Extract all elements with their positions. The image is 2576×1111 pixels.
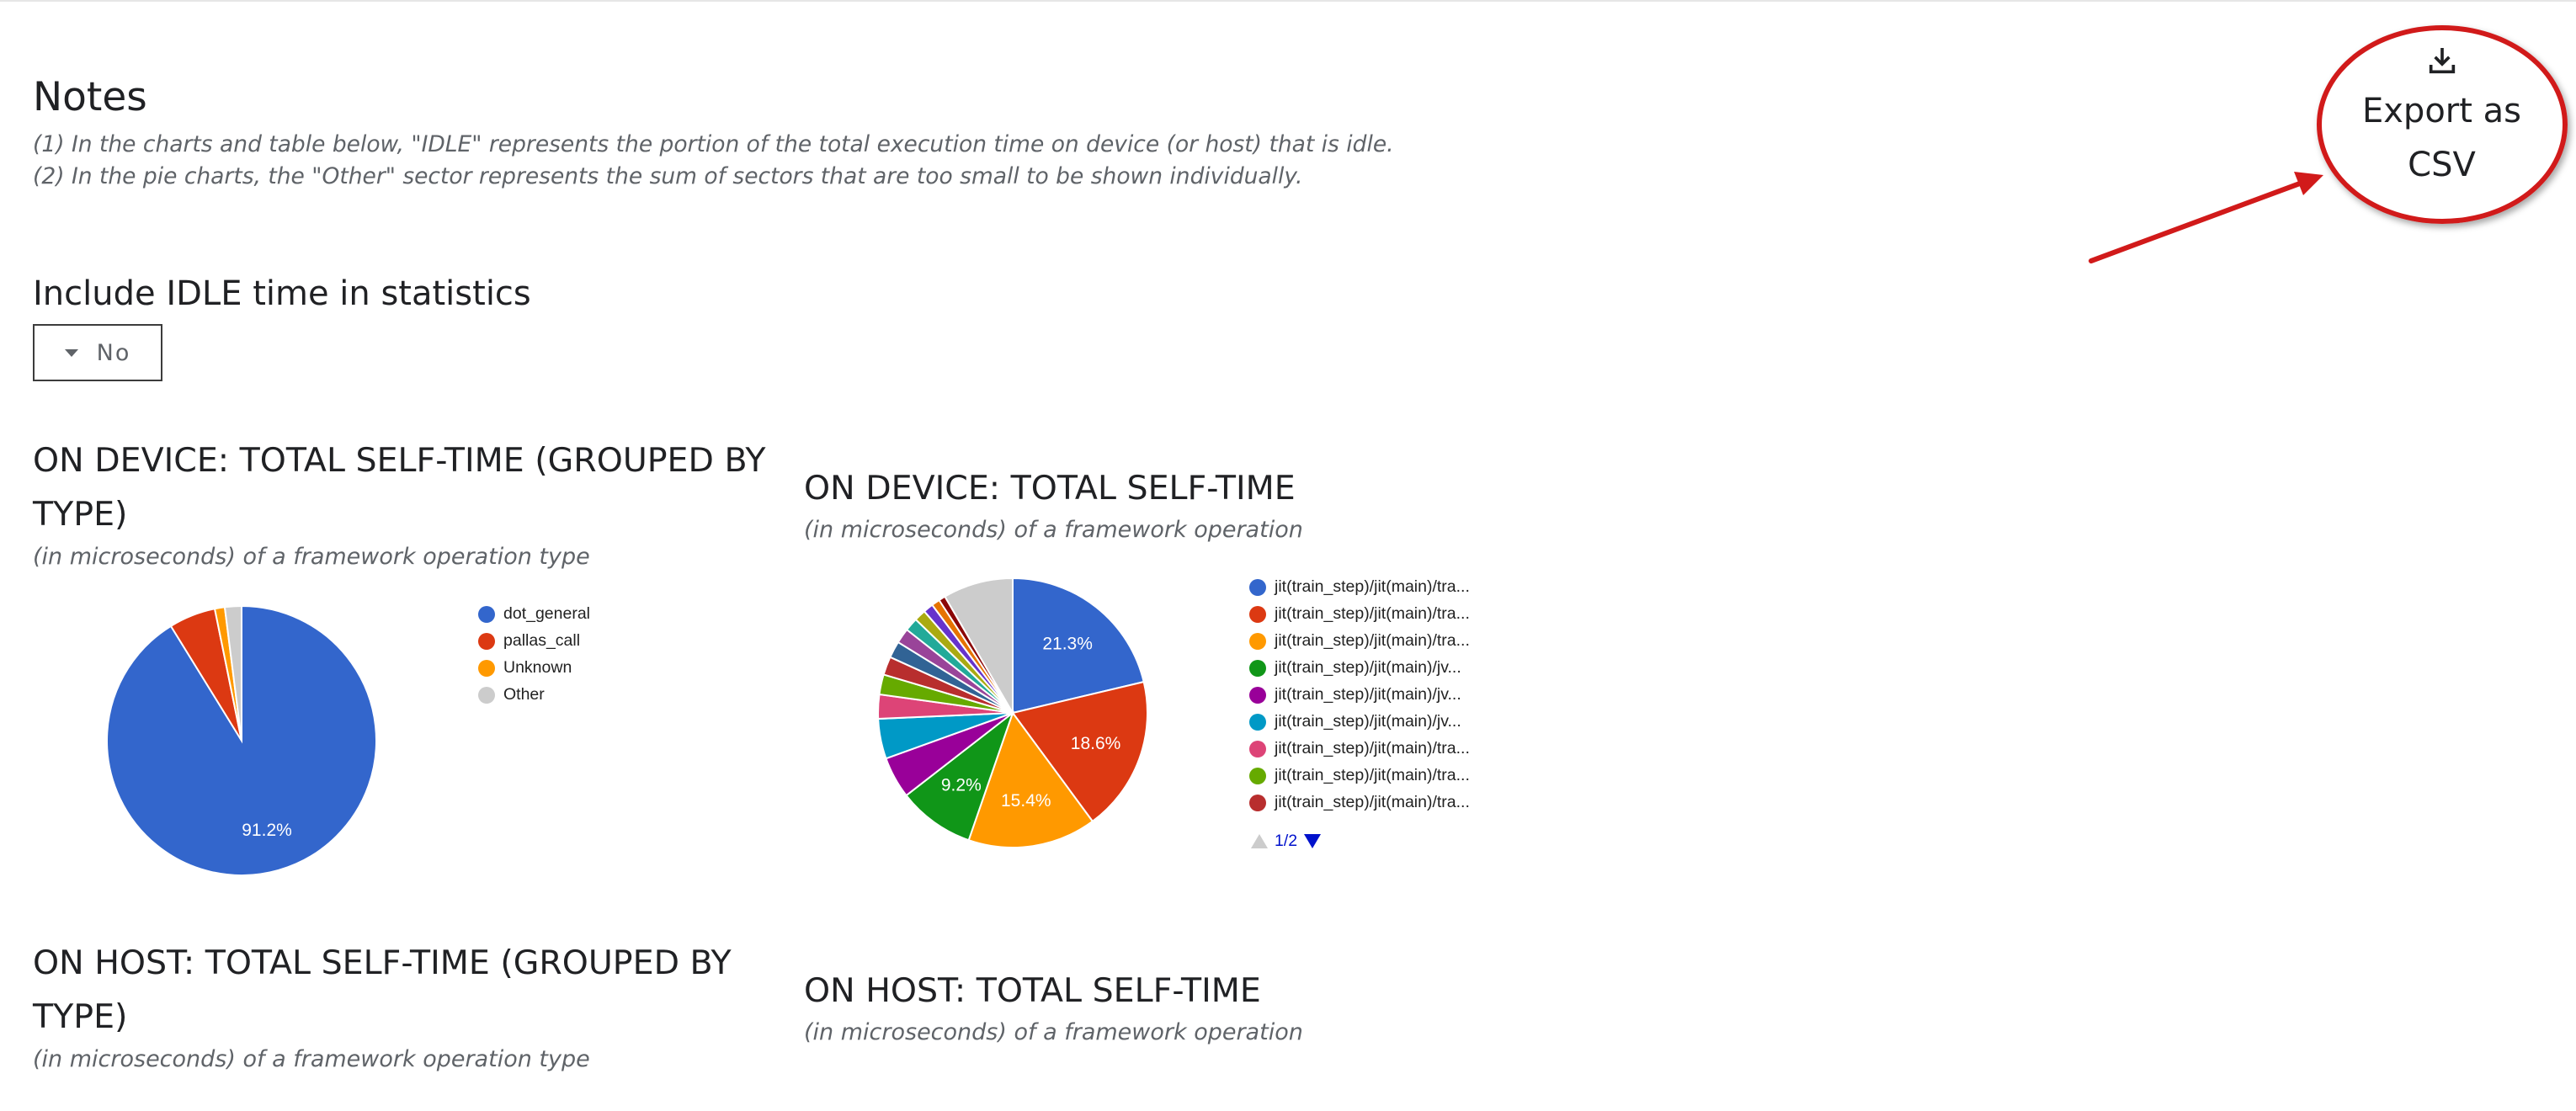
annotation-arrow — [2089, 172, 2323, 263]
pie2-slice-label-3: 9.2% — [941, 775, 982, 795]
legend-pager: 1/2 — [1251, 832, 1322, 851]
legend-swatch-icon — [1249, 632, 1266, 650]
pie2-slice-label-1: 18.6% — [1071, 734, 1121, 753]
legend-label: jit(train_step)/jit(main)/tra... — [1275, 604, 1470, 623]
legend-label: jit(train_step)/jit(main)/jv... — [1275, 658, 1461, 677]
legend2-item-1[interactable]: jit(train_step)/jit(main)/tra... — [1249, 604, 1470, 624]
host-type-title: ON HOST: TOTAL SELF-TIME (GROUPED BY TYP… — [33, 944, 732, 1036]
legend-swatch-icon — [1249, 740, 1266, 758]
legend2-item-0[interactable]: jit(train_step)/jit(main)/tra... — [1249, 577, 1470, 597]
legend-swatch-icon — [1249, 578, 1266, 596]
host-op-subtitle: (in microseconds) of a framework operati… — [804, 1019, 1303, 1045]
legend-swatch-icon — [1249, 713, 1266, 731]
legend2-item-8[interactable]: jit(train_step)/jit(main)/tra... — [1249, 793, 1470, 812]
legend-swatch-icon — [1249, 605, 1266, 623]
legend-label: jit(train_step)/jit(main)/tra... — [1275, 766, 1470, 784]
legend-label: jit(train_step)/jit(main)/tra... — [1275, 793, 1470, 811]
legend-swatch-icon — [1249, 767, 1266, 784]
legend-page-indicator: 1/2 — [1275, 832, 1298, 850]
legend-label: jit(train_step)/jit(main)/tra... — [1275, 577, 1470, 596]
legend-label: jit(train_step)/jit(main)/tra... — [1275, 631, 1470, 650]
legend-prev-button[interactable] — [1251, 834, 1268, 848]
legend-label: jit(train_step)/jit(main)/jv... — [1275, 685, 1461, 704]
export-csv-button[interactable]: Export as CSV — [2330, 44, 2553, 209]
legend-swatch-icon — [1249, 686, 1266, 704]
legend2-item-2[interactable]: jit(train_step)/jit(main)/tra... — [1249, 631, 1470, 651]
legend2-item-6[interactable]: jit(train_step)/jit(main)/tra... — [1249, 739, 1470, 758]
legend2-item-7[interactable]: jit(train_step)/jit(main)/tra... — [1249, 766, 1470, 785]
export-csv-label: Export as CSV — [2361, 92, 2521, 184]
legend2-item-5[interactable]: jit(train_step)/jit(main)/jv... — [1249, 712, 1461, 731]
legend-next-button[interactable] — [1304, 834, 1322, 848]
legend-label: jit(train_step)/jit(main)/jv... — [1275, 712, 1461, 731]
legend-swatch-icon — [1249, 794, 1266, 811]
legend-label: jit(train_step)/jit(main)/tra... — [1275, 739, 1470, 758]
legend-swatch-icon — [1249, 659, 1266, 677]
legend2-item-4[interactable]: jit(train_step)/jit(main)/jv... — [1249, 685, 1461, 704]
legend2-item-3[interactable]: jit(train_step)/jit(main)/jv... — [1249, 658, 1461, 678]
pie2-slice-label-0: 21.3% — [1042, 635, 1093, 654]
download-icon — [2429, 48, 2455, 74]
host-op-title: ON HOST: TOTAL SELF-TIME — [804, 971, 1261, 1010]
pie2-slice-label-2: 15.4% — [1001, 791, 1051, 811]
host-type-subtitle: (in microseconds) of a framework operati… — [33, 1046, 590, 1072]
